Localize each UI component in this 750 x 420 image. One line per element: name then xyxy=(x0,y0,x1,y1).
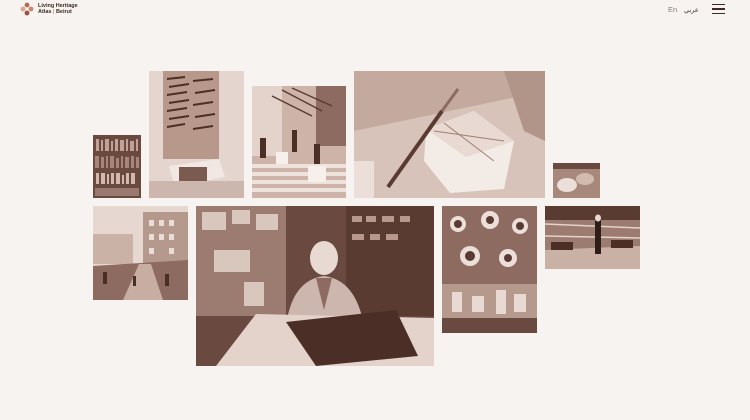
market-stairs-photo xyxy=(252,86,346,198)
chisel-wood-photo xyxy=(354,71,545,198)
workshop-interior-photo xyxy=(545,206,640,269)
logo-flower-icon xyxy=(20,2,34,16)
logo-text: Living Heritage Atlas | Beirut xyxy=(38,3,78,16)
site-header: Living Heritage Atlas | Beirut En عربي xyxy=(0,0,750,24)
logo-title-line2: Atlas | Beirut xyxy=(38,9,78,16)
copperware-photo xyxy=(442,206,537,333)
city-street-photo xyxy=(93,206,188,300)
craftsman-workbench-photo xyxy=(196,206,434,366)
gallery-tile-workshop[interactable] xyxy=(545,206,640,269)
gallery-tile-city-street[interactable] xyxy=(93,206,188,300)
gallery-tile-tools[interactable] xyxy=(149,71,244,198)
logo-atlas: Atlas xyxy=(38,9,52,15)
language-arabic-link[interactable]: عربي xyxy=(684,6,699,14)
tool-wall-photo xyxy=(149,71,244,198)
gallery-tile-copperware[interactable] xyxy=(442,206,537,333)
gallery-tile-market-stairs[interactable] xyxy=(252,86,346,198)
gallery-tile-craft-closeup[interactable] xyxy=(553,163,600,198)
hamburger-menu-icon[interactable] xyxy=(712,4,725,14)
gallery-tile-chisel[interactable] xyxy=(354,71,545,198)
craft-closeup-photo xyxy=(553,163,600,198)
gallery-tile-bookshelf[interactable] xyxy=(93,135,141,198)
bookshelf-photo xyxy=(93,135,141,198)
gallery-tile-craftsman[interactable] xyxy=(196,206,434,366)
site-logo[interactable]: Living Heritage Atlas | Beirut xyxy=(20,2,78,16)
logo-city: Beirut xyxy=(55,9,72,15)
language-english-link[interactable]: En xyxy=(668,5,677,14)
logo-separator: | xyxy=(52,9,55,15)
